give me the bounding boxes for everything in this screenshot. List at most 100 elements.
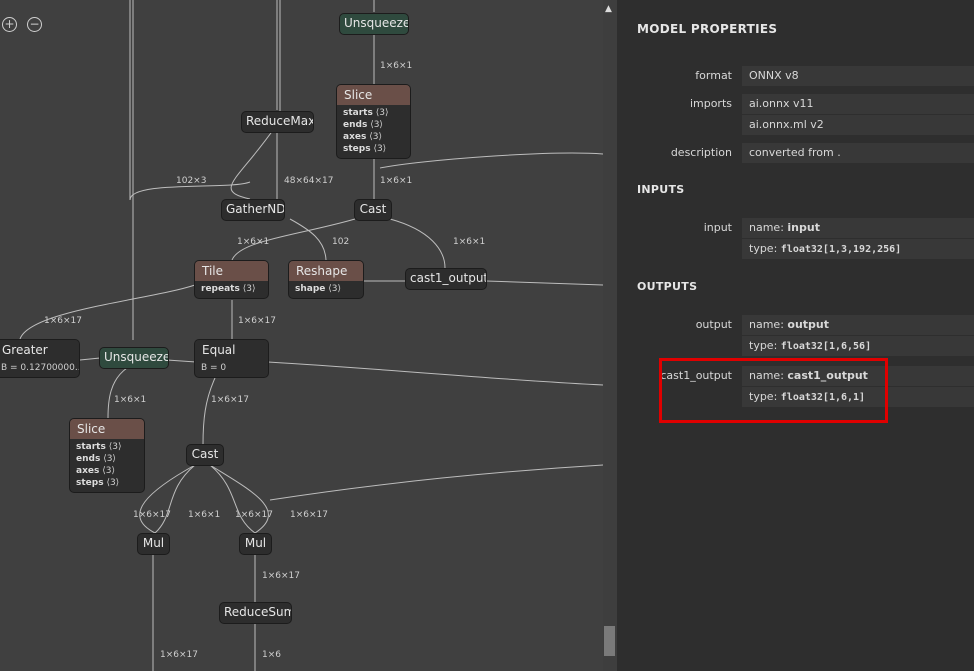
attr-row: steps ⟨3⟩ xyxy=(76,478,120,488)
attr-row: axes ⟨3⟩ xyxy=(76,466,115,476)
node-attribute: B = 0 xyxy=(201,363,227,373)
node-mul-right[interactable]: Mul xyxy=(239,533,272,555)
outputs-heading: OUTPUTS xyxy=(637,280,698,293)
node-reducemax[interactable]: ReduceMax xyxy=(241,111,314,133)
edge-label: 1×6×17 xyxy=(238,316,276,326)
node-title: GatherND xyxy=(226,202,285,216)
scrollbar-thumb[interactable] xyxy=(604,626,615,656)
node-title: Cast xyxy=(359,202,387,216)
edge xyxy=(289,218,327,261)
node-tile[interactable]: Tile repeats ⟨3⟩ xyxy=(194,260,269,299)
edge-label: 48×64×17 xyxy=(284,176,334,186)
node-attributes: starts ⟨3⟩ ends ⟨3⟩ axes ⟨3⟩ steps ⟨3⟩ xyxy=(337,105,410,157)
inputs-heading: INPUTS xyxy=(637,183,685,196)
node-attributes: shape ⟨3⟩ xyxy=(289,281,363,297)
attr-row: repeats ⟨3⟩ xyxy=(201,284,256,294)
node-title: Slice xyxy=(70,419,144,439)
edge-label: 1×6×17 xyxy=(262,571,300,581)
attr-row: steps ⟨3⟩ xyxy=(343,144,387,154)
description-label: description xyxy=(670,146,732,159)
node-unsqueeze-top[interactable]: Unsqueeze xyxy=(339,13,409,35)
edge xyxy=(129,0,251,201)
edge xyxy=(166,359,197,363)
node-reducesum[interactable]: ReduceSum xyxy=(219,602,292,624)
attr-row: starts ⟨3⟩ xyxy=(343,108,389,118)
edge xyxy=(209,464,256,534)
edge xyxy=(389,218,446,269)
edge xyxy=(107,367,128,419)
node-equal[interactable]: Equal B = 0 xyxy=(194,339,269,378)
output-name-row[interactable]: name: output xyxy=(742,315,974,335)
imports-value: ai.onnx.ml v2 xyxy=(742,115,974,135)
zoom-out-icon[interactable]: − xyxy=(27,17,42,32)
node-greater[interactable]: Greater B = 0.12700000... xyxy=(0,339,80,378)
node-title: Tile xyxy=(195,261,268,281)
node-unsqueeze-mid[interactable]: Unsqueeze xyxy=(99,347,169,369)
node-gathernd[interactable]: GatherND xyxy=(221,199,285,221)
panel-title: MODEL PROPERTIES xyxy=(637,22,778,36)
model-properties-panel: MODEL PROPERTIES format ONNX v8 imports … xyxy=(617,0,974,671)
node-title: Mul xyxy=(142,536,165,550)
imports-label: imports xyxy=(689,97,732,110)
node-title: cast1_output xyxy=(410,271,487,285)
attr-row: ends ⟨3⟩ xyxy=(343,120,383,130)
node-cast1-output[interactable]: cast1_output xyxy=(405,268,487,290)
edge-label: 102×3 xyxy=(176,176,207,186)
node-slice-bottom[interactable]: Slice starts ⟨3⟩ ends ⟨3⟩ axes ⟨3⟩ steps… xyxy=(69,418,145,493)
edge xyxy=(202,377,216,446)
edge-label: 1×6×1 xyxy=(188,510,221,520)
edge xyxy=(79,357,101,361)
output-label: output xyxy=(695,318,732,331)
output-name: output xyxy=(787,318,830,331)
node-title: Unsqueeze xyxy=(344,16,409,30)
output-type-row[interactable]: type: float32[1,6,56] xyxy=(742,336,974,356)
input-type-row[interactable]: type: float32[1,3,192,256] xyxy=(742,239,974,259)
edge xyxy=(485,280,604,286)
edge-label: 1×6 xyxy=(262,650,281,660)
node-attribute: B = 0.12700000... xyxy=(1,363,80,373)
node-title: Unsqueeze xyxy=(104,350,169,364)
edge-label: 1×6×17 xyxy=(235,510,273,520)
edge xyxy=(379,152,604,169)
node-slice-top[interactable]: Slice starts ⟨3⟩ ends ⟨3⟩ axes ⟨3⟩ steps… xyxy=(336,84,411,159)
graph-scrollbar[interactable] xyxy=(603,0,617,671)
node-title: Greater xyxy=(0,340,79,360)
edge-label: 1×6×1 xyxy=(453,237,486,247)
edge xyxy=(154,464,196,534)
edge xyxy=(269,464,604,501)
imports-value: ai.onnx v11 xyxy=(742,94,974,114)
node-title: Slice xyxy=(337,85,410,105)
edge-label: 102 xyxy=(332,237,350,247)
node-cast-top[interactable]: Cast xyxy=(354,199,392,221)
highlight-box xyxy=(659,358,888,423)
edge xyxy=(19,284,196,340)
description-value: converted from . xyxy=(742,143,974,163)
attr-row: ends ⟨3⟩ xyxy=(76,454,116,464)
graph-canvas[interactable]: + − Unsqueeze Slice starts ⟨3⟩ ends ⟨3⟩ … xyxy=(0,0,617,671)
zoom-in-icon[interactable]: + xyxy=(2,17,17,32)
node-attributes: repeats ⟨3⟩ xyxy=(195,281,268,297)
edge-label: 1×6×1 xyxy=(380,61,413,71)
input-type: float32[1,3,192,256] xyxy=(780,244,902,255)
input-name: input xyxy=(787,221,820,234)
node-title: ReduceSum xyxy=(224,605,292,619)
edge-label: 1×6×17 xyxy=(44,316,82,326)
format-value: ONNX v8 xyxy=(742,66,974,86)
edge xyxy=(230,0,281,200)
node-title: Mul xyxy=(244,536,267,550)
node-cast-bottom[interactable]: Cast xyxy=(186,444,224,466)
edge xyxy=(139,464,196,534)
node-mul-left[interactable]: Mul xyxy=(137,533,170,555)
node-attributes: starts ⟨3⟩ ends ⟨3⟩ axes ⟨3⟩ steps ⟨3⟩ xyxy=(70,439,144,491)
edge-label: 1×6×17 xyxy=(133,510,171,520)
node-reshape[interactable]: Reshape shape ⟨3⟩ xyxy=(288,260,364,299)
input-name-row[interactable]: name: input xyxy=(742,218,974,238)
input-label: input xyxy=(703,221,732,234)
attr-row: starts ⟨3⟩ xyxy=(76,442,122,452)
attr-row: shape ⟨3⟩ xyxy=(295,284,342,294)
output-type: float32[1,6,56] xyxy=(780,341,872,352)
node-title: Cast xyxy=(191,447,219,461)
edge xyxy=(209,464,269,534)
scroll-up-icon[interactable]: ▲ xyxy=(605,4,612,14)
edge-label: 1×6×1 xyxy=(114,395,147,405)
